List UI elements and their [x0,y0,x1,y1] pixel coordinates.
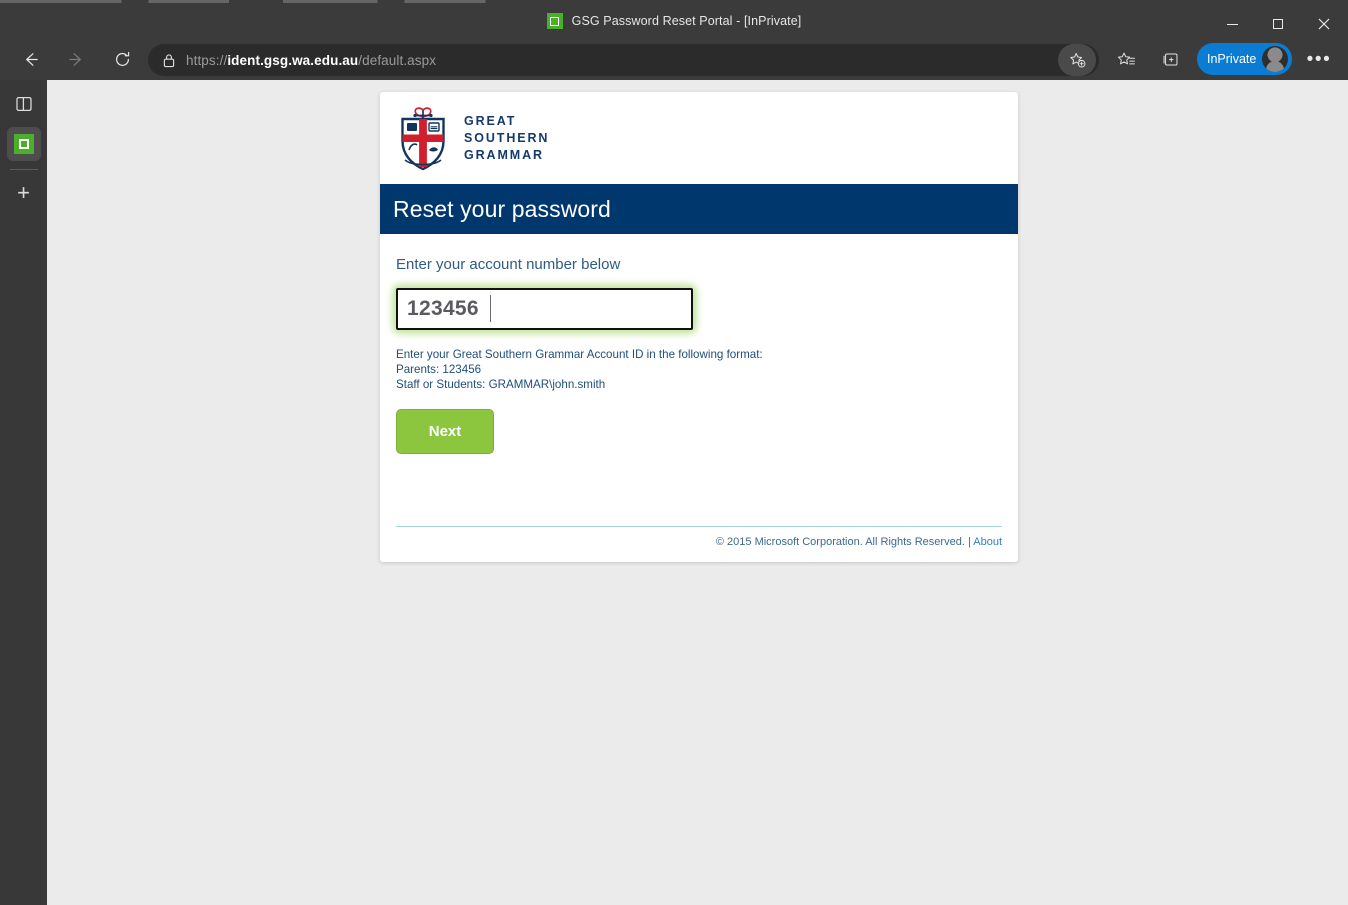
page-header-bar: Reset your password [380,184,1018,234]
brand-line-1: GREAT [464,113,517,128]
inprivate-label: InPrivate [1207,52,1257,66]
url-domain: ident.gsg.wa.edu.au [227,52,359,68]
help-line-2: Parents: 123456 [396,363,482,377]
address-bar[interactable]: https://ident.gsg.wa.edu.au/default.aspx [148,44,1099,76]
about-link[interactable]: About [973,536,1002,548]
text-caret [490,295,492,322]
forward-button[interactable] [58,44,94,76]
next-button[interactable]: Next [396,408,494,454]
footer-text: © 2015 Microsoft Corporation. All Rights… [396,536,1002,548]
favorites-icon[interactable] [1109,44,1143,76]
page-viewport: GREAT SOUTHERN GRAMMAR Reset your passwo… [47,80,1348,905]
browser-window: GSG Password Reset Portal - [InPrivate] [0,0,1348,905]
vertical-tab-rail: + [0,80,47,905]
format-help-text: Enter your Great Southern Grammar Accoun… [396,347,1002,393]
help-line-1: Enter your Great Southern Grammar Accoun… [396,348,763,361]
inprivate-profile-button[interactable]: InPrivate [1197,43,1292,75]
new-tab-label: + [17,180,30,205]
gsg-crest-logo-icon [401,107,445,171]
help-line-3: Staff or Students: GRAMMAR\john.smith [396,378,606,392]
minimize-button[interactable] [1209,6,1255,42]
copyright-text: © 2015 Microsoft Corporation. All Rights… [715,536,965,548]
rail-divider [9,169,38,170]
back-button[interactable] [12,44,48,76]
footer-divider [396,526,1002,527]
account-input-wrapper [396,288,693,330]
url-path: /default.aspx [358,52,437,68]
lock-icon[interactable] [152,53,186,68]
brand-header: GREAT SOUTHERN GRAMMAR [380,92,1018,184]
avatar [1262,46,1289,72]
collections-icon[interactable] [1153,44,1187,76]
account-number-input[interactable] [396,288,693,330]
add-favorite-icon[interactable] [1058,44,1096,76]
window-title-group: GSG Password Reset Portal - [InPrivate] [0,3,1348,39]
sidebar-item-active-tab[interactable] [6,127,41,161]
close-button[interactable] [1301,6,1347,42]
url-prefix: https:// [186,52,228,68]
title-bar: GSG Password Reset Portal - [InPrivate] [0,3,1348,39]
page-title: Reset your password [393,195,611,222]
more-options-icon[interactable]: ••• [1302,44,1336,76]
brand-wordmark: GREAT SOUTHERN GRAMMAR [464,113,549,164]
url-text[interactable]: https://ident.gsg.wa.edu.au/default.aspx [186,53,1058,68]
tab-list-icon[interactable] [7,87,41,121]
maximize-button[interactable] [1255,6,1301,42]
form-body: Enter your account number below Enter yo… [380,234,1018,454]
window-title: GSG Password Reset Portal - [InPrivate] [571,14,802,28]
brand-line-2: SOUTHERN [464,130,550,145]
gsg-green-favicon-icon [546,13,563,29]
new-tab-button[interactable]: + [7,176,41,210]
brand-line-3: GRAMMAR [464,147,544,162]
reset-password-card: GREAT SOUTHERN GRAMMAR Reset your passwo… [380,92,1018,562]
card-footer: © 2015 Microsoft Corporation. All Rights… [396,526,1002,548]
form-prompt: Enter your account number below [396,256,621,273]
reload-button[interactable] [104,44,140,76]
footer-separator: | [967,536,971,548]
